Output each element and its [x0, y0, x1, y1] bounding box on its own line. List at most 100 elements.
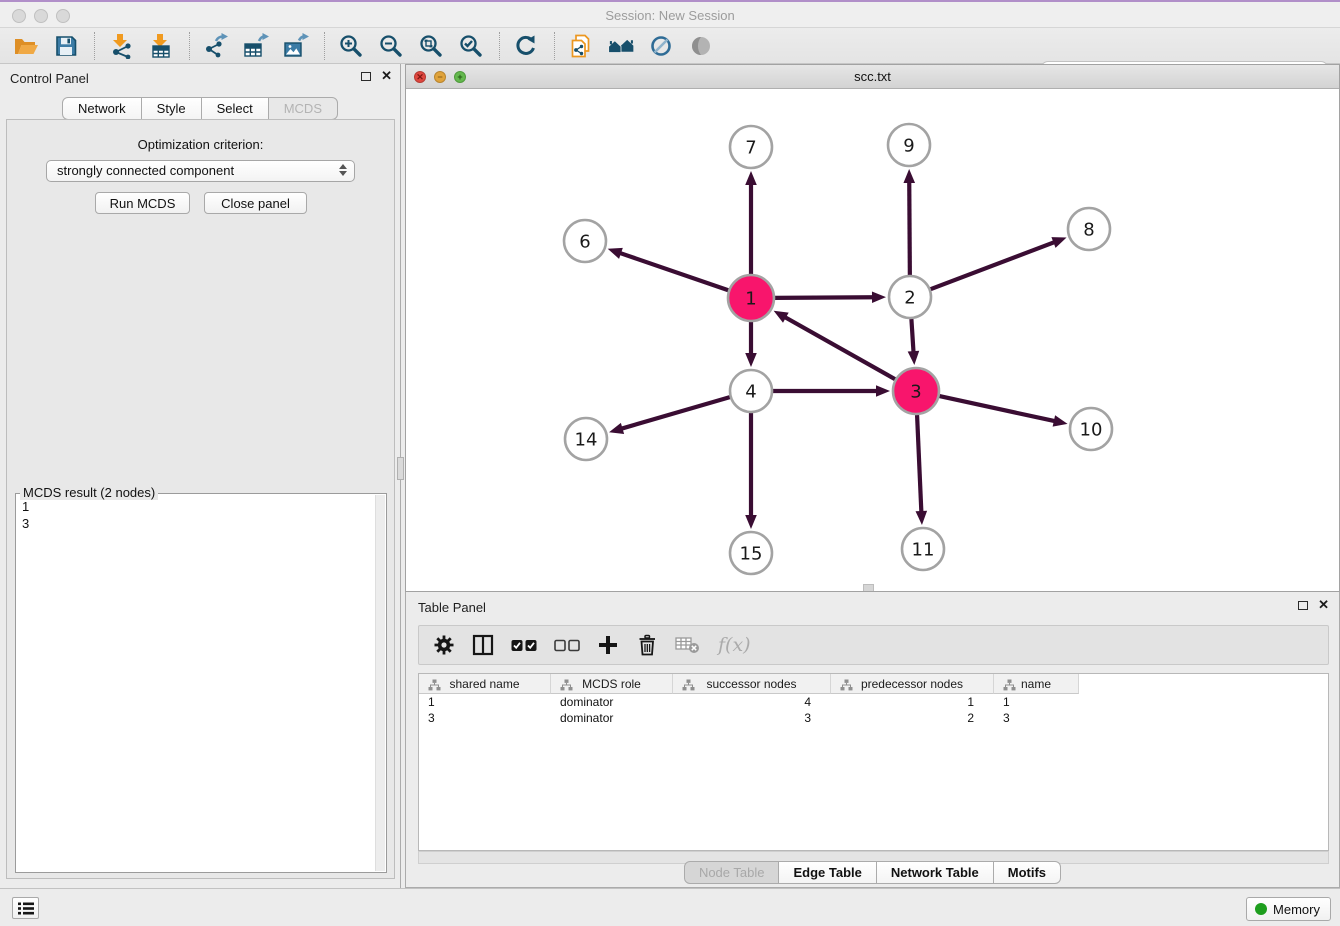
graph-edge-1-4[interactable]	[745, 322, 757, 367]
settings-gear-icon[interactable]	[433, 634, 455, 656]
graph-node-9[interactable]: 9	[888, 124, 930, 166]
graph-node-2[interactable]: 2	[889, 276, 931, 318]
control-tab-mcds[interactable]: MCDS	[268, 97, 338, 120]
column-header-successor-nodes[interactable]: successor nodes	[673, 674, 831, 694]
table-tab-motifs[interactable]: Motifs	[993, 861, 1061, 884]
open-session-icon[interactable]	[12, 32, 40, 60]
clone-network-icon[interactable]	[567, 32, 595, 60]
memory-status-icon	[1255, 903, 1267, 915]
delete-column-icon[interactable]	[636, 634, 658, 656]
network-canvas[interactable]: 7 9 6 8 1 2 4 3 14 10 15 11	[406, 89, 1339, 591]
network-window-titlebar[interactable]: ✕ − + scc.txt	[406, 65, 1339, 89]
control-panel-title: Control Panel	[10, 71, 89, 86]
mcds-result-box: MCDS result (2 nodes) 13	[15, 493, 387, 873]
node-table: shared nameMCDS rolesuccessor nodesprede…	[418, 673, 1329, 851]
run-mcds-button[interactable]: Run MCDS	[95, 192, 190, 214]
table-cell-mcds-role[interactable]: dominator	[551, 694, 673, 710]
import-network-icon[interactable]	[107, 32, 135, 60]
export-table-icon[interactable]	[242, 32, 270, 60]
add-column-icon[interactable]	[597, 634, 619, 656]
column-header-name[interactable]: name	[994, 674, 1079, 694]
result-scrollbar[interactable]	[375, 495, 385, 871]
table-row[interactable]: 3dominator323	[419, 710, 1328, 726]
graph-node-7[interactable]: 7	[730, 126, 772, 168]
svg-text:2: 2	[904, 288, 915, 309]
control-tab-select[interactable]: Select	[201, 97, 269, 120]
memory-button[interactable]: Memory	[1246, 897, 1331, 921]
float-table-panel-icon[interactable]	[1298, 601, 1308, 610]
graph-node-3[interactable]: 3	[893, 368, 939, 414]
table-cell-name[interactable]: 1	[994, 694, 1079, 710]
table-cell-predecessor-nodes[interactable]: 1	[831, 694, 994, 710]
svg-text:9: 9	[903, 136, 914, 157]
graph-edge-3-1[interactable]	[774, 311, 895, 379]
svg-text:6: 6	[579, 232, 590, 253]
column-header-shared-name[interactable]: shared name	[419, 674, 551, 694]
graph-node-6[interactable]: 6	[564, 220, 606, 262]
home-icon[interactable]	[607, 32, 635, 60]
graph-node-15[interactable]: 15	[730, 532, 772, 574]
graph-edge-1-7[interactable]	[745, 171, 757, 274]
close-panel-icon[interactable]: ✕	[381, 70, 392, 82]
table-row[interactable]: 1dominator411	[419, 694, 1328, 710]
graph-edge-1-6[interactable]	[608, 248, 729, 290]
graph-edge-4-3[interactable]	[773, 385, 890, 397]
table-cell-successor-nodes[interactable]: 3	[673, 710, 831, 726]
table-cell-predecessor-nodes[interactable]: 2	[831, 710, 994, 726]
graph-edge-2-9[interactable]	[903, 169, 915, 275]
refresh-icon[interactable]	[512, 32, 540, 60]
zoom-selected-icon[interactable]	[457, 32, 485, 60]
graph-node-11[interactable]: 11	[902, 528, 944, 570]
control-tab-style[interactable]: Style	[141, 97, 202, 120]
graph-node-14[interactable]: 14	[565, 418, 607, 460]
table-cell-shared-name[interactable]: 3	[419, 710, 551, 726]
save-session-icon[interactable]	[52, 32, 80, 60]
split-panel-icon[interactable]	[472, 634, 494, 656]
vertical-splitter-handle[interactable]	[397, 457, 404, 480]
graph-node-10[interactable]: 10	[1070, 408, 1112, 450]
export-network-icon[interactable]	[202, 32, 230, 60]
select-all-columns-icon[interactable]	[511, 639, 537, 652]
svg-text:7: 7	[745, 138, 756, 159]
float-panel-icon[interactable]	[361, 72, 371, 81]
task-history-button[interactable]	[12, 897, 39, 919]
column-header-mcds-role[interactable]: MCDS role	[551, 674, 673, 694]
close-table-panel-icon[interactable]: ✕	[1318, 599, 1329, 611]
apply-style-icon[interactable]	[647, 32, 675, 60]
graph-edge-4-14[interactable]	[609, 397, 730, 434]
table-cell-successor-nodes[interactable]: 4	[673, 694, 831, 710]
zoom-fit-icon[interactable]	[417, 32, 445, 60]
graph-edge-3-10[interactable]	[939, 396, 1067, 427]
mcds-result-list[interactable]: 13	[22, 498, 29, 532]
column-header-predecessor-nodes[interactable]: predecessor nodes	[831, 674, 994, 694]
svg-text:14: 14	[575, 430, 598, 451]
graph-edge-2-8[interactable]	[931, 237, 1067, 289]
export-image-icon[interactable]	[282, 32, 310, 60]
table-panel: Table Panel ✕ f(x) shared nameMCDS roles…	[405, 592, 1340, 888]
graph-edge-2-3[interactable]	[908, 319, 920, 365]
show-hide-icon[interactable]	[687, 32, 715, 60]
deselect-all-columns-icon[interactable]	[554, 639, 580, 652]
table-cell-name[interactable]: 3	[994, 710, 1079, 726]
graph-node-8[interactable]: 8	[1068, 208, 1110, 250]
graph-node-4[interactable]: 4	[730, 370, 772, 412]
table-tab-network-table[interactable]: Network Table	[876, 861, 994, 884]
graph-edge-3-11[interactable]	[916, 415, 928, 525]
table-cell-shared-name[interactable]: 1	[419, 694, 551, 710]
hierarchy-icon	[428, 678, 441, 696]
import-table-icon[interactable]	[147, 32, 175, 60]
zoom-out-icon[interactable]	[377, 32, 405, 60]
close-panel-button[interactable]: Close panel	[204, 192, 307, 214]
table-cell-mcds-role[interactable]: dominator	[551, 710, 673, 726]
table-tab-node-table[interactable]: Node Table	[684, 861, 780, 884]
horizontal-splitter-handle[interactable]	[863, 584, 874, 591]
memory-label: Memory	[1273, 902, 1320, 917]
zoom-in-icon[interactable]	[337, 32, 365, 60]
graph-edge-4-15[interactable]	[745, 413, 757, 529]
toolbar-separator	[189, 32, 190, 60]
criterion-dropdown[interactable]: strongly connected component	[46, 160, 355, 182]
control-tab-network[interactable]: Network	[62, 97, 142, 120]
graph-node-1[interactable]: 1	[728, 275, 774, 321]
table-tab-edge-table[interactable]: Edge Table	[778, 861, 876, 884]
graph-edge-1-2[interactable]	[775, 291, 886, 303]
